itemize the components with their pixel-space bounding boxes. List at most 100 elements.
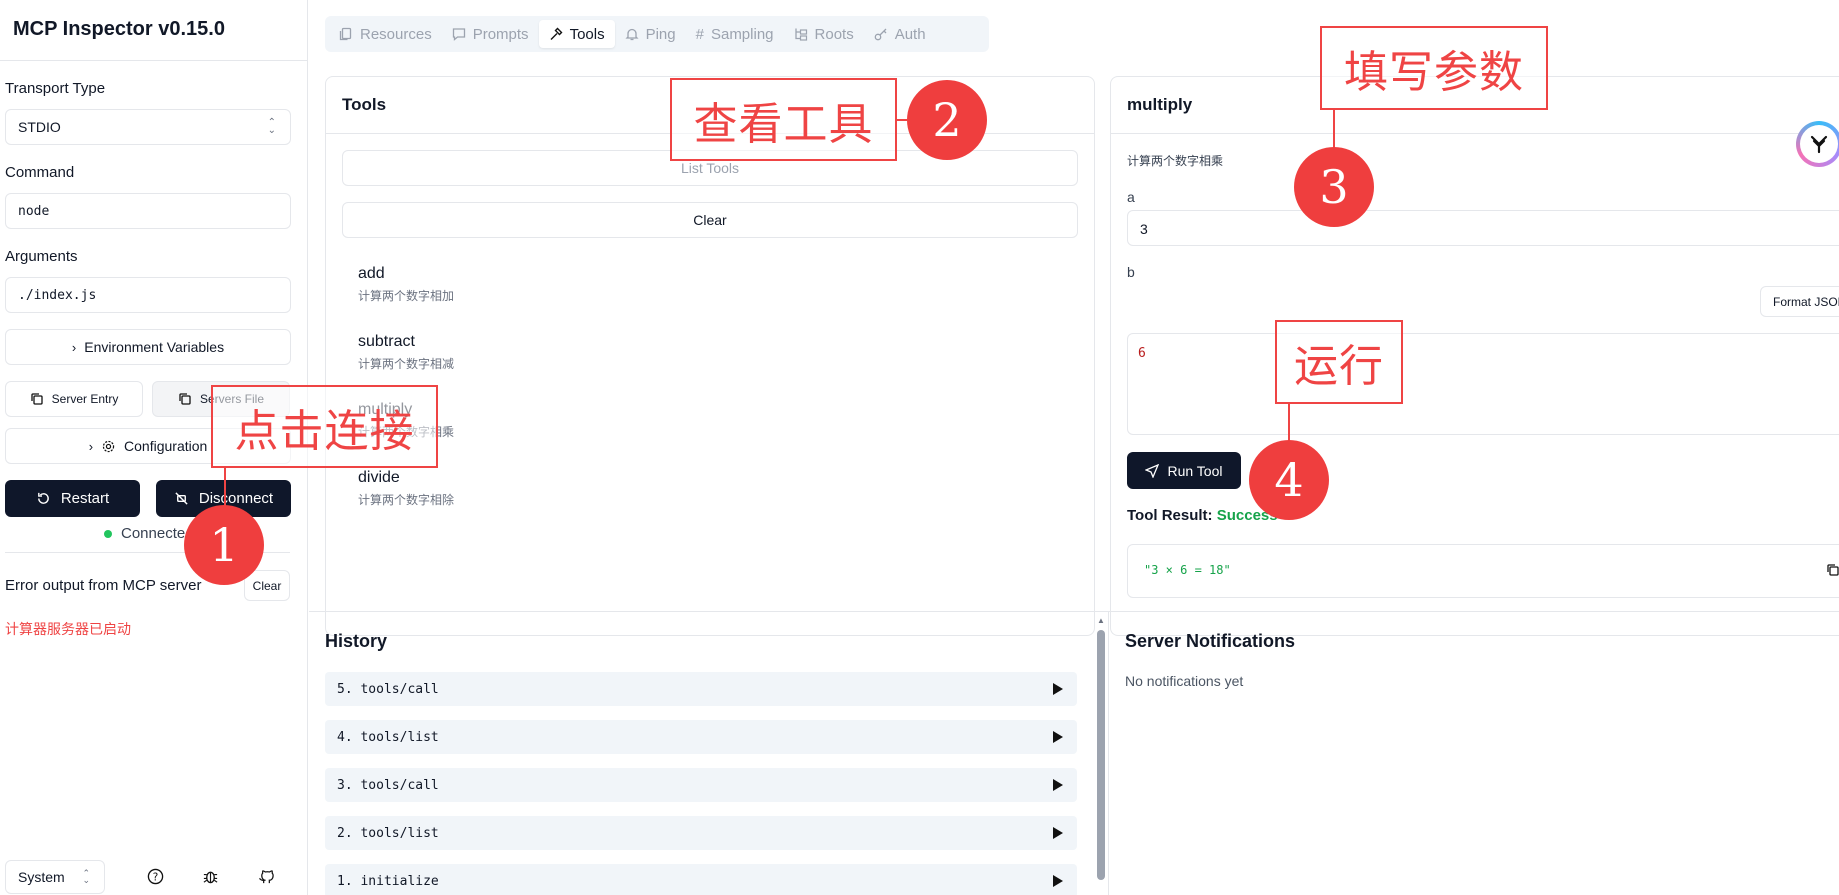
environment-variables-label: Environment Variables bbox=[84, 339, 225, 355]
format-json-button[interactable]: Format JSON bbox=[1760, 286, 1839, 317]
tool-item-divide[interactable]: divide 计算两个数字相除 bbox=[358, 469, 454, 508]
folder-tree-icon bbox=[794, 28, 807, 41]
error-clear-button[interactable]: Clear bbox=[244, 570, 290, 601]
annotation-label-run: 运行 bbox=[1275, 320, 1403, 404]
server-entry-button[interactable]: Server Entry bbox=[5, 381, 143, 417]
run-tool-label: Run Tool bbox=[1167, 462, 1223, 479]
param-b-json-editor[interactable]: 6 bbox=[1127, 333, 1839, 435]
server-entry-label: Server Entry bbox=[51, 392, 119, 406]
annotation-connector bbox=[1288, 404, 1290, 444]
environment-variables-button[interactable]: › Environment Variables bbox=[5, 329, 291, 365]
tab-ping[interactable]: Ping bbox=[615, 20, 686, 48]
assistant-logo-icon[interactable] bbox=[1796, 121, 1839, 167]
scrollbar-thumb[interactable] bbox=[1097, 630, 1105, 880]
history-item[interactable]: 4. tools/list bbox=[325, 720, 1077, 754]
svg-text:?: ? bbox=[152, 871, 158, 883]
transport-type-value: STDIO bbox=[18, 119, 61, 135]
tool-detail-description: 计算两个数字相乘 bbox=[1127, 154, 1224, 168]
main-tabs: Resources Prompts Tools Ping # Sampling … bbox=[325, 16, 989, 52]
chevron-updown-icon: ⌃ ⌄ bbox=[82, 868, 90, 885]
annotation-label-connect: 点击连接 bbox=[211, 385, 438, 468]
tab-label: Ping bbox=[645, 25, 676, 43]
copy-icon[interactable] bbox=[1826, 563, 1839, 577]
play-icon bbox=[1053, 731, 1063, 743]
error-output-title: Error output from MCP server bbox=[5, 577, 202, 594]
files-icon bbox=[339, 27, 352, 41]
history-item[interactable]: 2. tools/list bbox=[325, 816, 1077, 850]
tab-label: Prompts bbox=[472, 25, 529, 43]
status-dot-icon bbox=[104, 529, 112, 538]
tool-description: 计算两个数字相除 bbox=[358, 493, 455, 507]
copy-icon bbox=[179, 393, 191, 405]
tool-result-output: "3 × 6 = 18" bbox=[1127, 544, 1839, 598]
restart-label: Restart bbox=[60, 490, 110, 507]
server-notifications-title: Server Notifications bbox=[1125, 631, 1296, 651]
send-icon bbox=[1145, 463, 1160, 478]
restart-button[interactable]: Restart bbox=[5, 480, 140, 517]
message-icon bbox=[452, 28, 465, 41]
tab-sampling[interactable]: # Sampling bbox=[686, 20, 784, 48]
tab-label: Tools bbox=[569, 25, 605, 43]
annotation-number-2: 2 bbox=[907, 80, 987, 160]
tab-label: Resources bbox=[360, 25, 432, 43]
annotation-number-3: 3 bbox=[1294, 147, 1374, 227]
history-item[interactable]: 5. tools/call bbox=[325, 672, 1077, 706]
theme-value: System bbox=[18, 869, 65, 885]
annotation-connector bbox=[897, 119, 907, 121]
history-item-label: 2. tools/list bbox=[337, 825, 439, 841]
tool-result-label: Tool Result: bbox=[1127, 507, 1213, 524]
history-item[interactable]: 3. tools/call bbox=[325, 768, 1077, 802]
vertical-divider bbox=[1108, 611, 1109, 895]
tool-name: divide bbox=[358, 469, 400, 486]
tool-item-add[interactable]: add 计算两个数字相加 bbox=[358, 265, 454, 304]
transport-type-select[interactable]: STDIO ⌃ ⌄ bbox=[5, 109, 291, 145]
rotate-ccw-icon bbox=[37, 492, 49, 504]
history-scrollbar[interactable]: ▲ bbox=[1097, 616, 1105, 895]
tab-auth[interactable]: Auth bbox=[864, 20, 936, 48]
connection-status-text: Connected bbox=[121, 525, 194, 542]
app-title: MCP Inspector v0.15.0 bbox=[13, 18, 225, 40]
tool-item-subtract[interactable]: subtract 计算两个数字相减 bbox=[358, 333, 454, 372]
tab-label: Roots bbox=[814, 25, 854, 43]
tab-resources[interactable]: Resources bbox=[329, 20, 442, 48]
hammer-icon bbox=[550, 27, 563, 40]
notifications-empty-text: No notifications yet bbox=[1125, 673, 1244, 689]
tools-panel-title: Tools bbox=[342, 95, 387, 114]
arguments-input[interactable]: ./index.js bbox=[5, 277, 291, 313]
help-icon[interactable]: ? bbox=[145, 866, 165, 886]
tab-roots[interactable]: Roots bbox=[784, 20, 864, 48]
tool-result-heading: Tool Result: Success bbox=[1127, 507, 1278, 524]
param-a-input[interactable]: 3 bbox=[1127, 210, 1839, 246]
play-icon bbox=[1053, 683, 1063, 695]
tab-label: Auth bbox=[894, 25, 926, 43]
tab-tools[interactable]: Tools bbox=[538, 20, 615, 48]
tool-name: add bbox=[358, 265, 385, 282]
history-item[interactable]: 1. initialize bbox=[325, 864, 1077, 895]
tool-description: 计算两个数字相减 bbox=[358, 357, 455, 371]
configuration-label: Configuration bbox=[124, 438, 208, 454]
tool-detail-title: multiply bbox=[1127, 95, 1193, 114]
history-item-label: 3. tools/call bbox=[337, 777, 439, 793]
sidebar-divider bbox=[0, 60, 307, 61]
play-icon bbox=[1053, 875, 1063, 887]
param-b-label: b bbox=[1127, 264, 1135, 280]
copy-icon bbox=[31, 393, 43, 405]
annotation-label-view-tools: 查看工具 bbox=[670, 78, 897, 161]
tool-description: 计算两个数字相加 bbox=[358, 289, 455, 303]
tab-prompts[interactable]: Prompts bbox=[442, 20, 539, 48]
param-a-label: a bbox=[1127, 189, 1135, 205]
bug-icon[interactable] bbox=[200, 866, 220, 886]
theme-select[interactable]: System ⌃ ⌄ bbox=[5, 860, 105, 894]
clear-tools-button[interactable]: Clear bbox=[342, 202, 1078, 238]
play-icon bbox=[1053, 779, 1063, 791]
key-icon bbox=[874, 28, 887, 41]
run-tool-button[interactable]: Run Tool bbox=[1127, 452, 1241, 489]
connection-status: Connected bbox=[104, 525, 194, 542]
chevron-right-icon: › bbox=[71, 339, 77, 355]
github-icon[interactable] bbox=[256, 866, 276, 886]
command-input[interactable]: node bbox=[5, 193, 291, 229]
scroll-up-icon[interactable]: ▲ bbox=[1097, 616, 1105, 625]
bell-icon bbox=[625, 28, 639, 41]
transport-type-label: Transport Type bbox=[5, 80, 106, 97]
command-label: Command bbox=[5, 164, 75, 181]
